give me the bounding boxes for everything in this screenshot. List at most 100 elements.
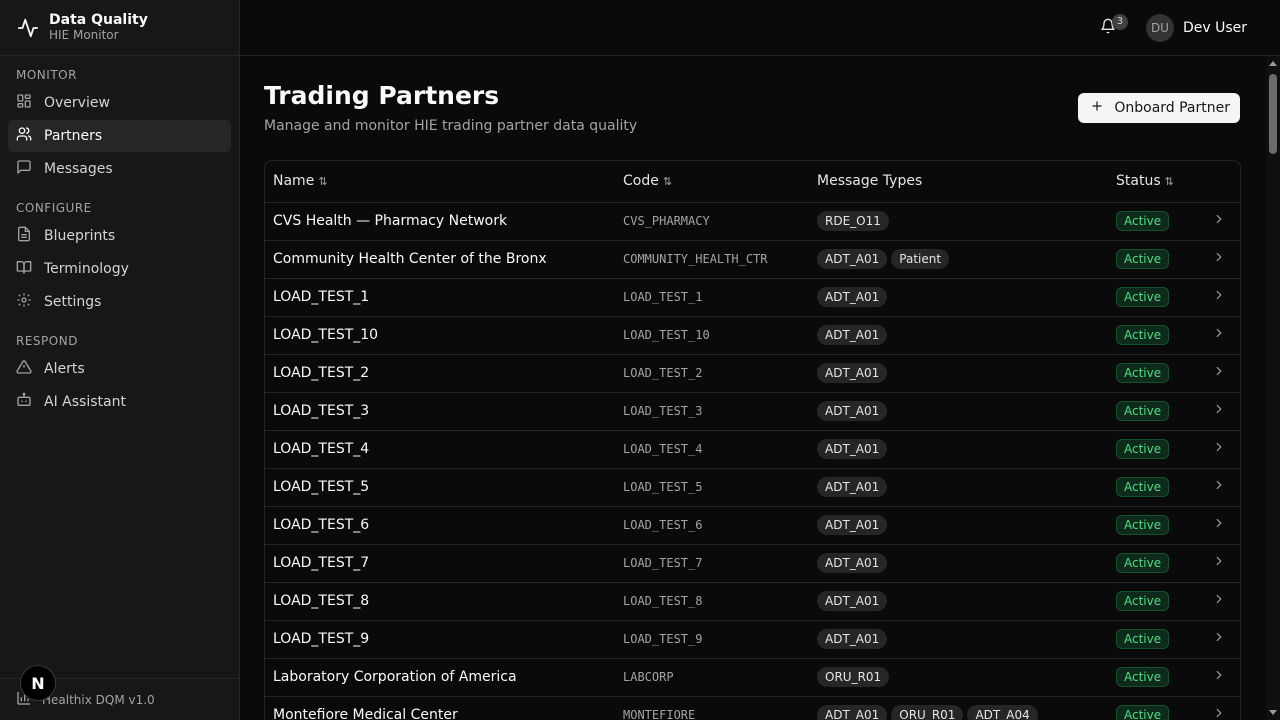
row-open-button[interactable] — [1196, 582, 1240, 621]
sidebar-item-label: Overview — [44, 95, 110, 111]
table-row[interactable]: Laboratory Corporation of America LABCORP… — [265, 658, 1240, 697]
sidebar-item-label: Blueprints — [44, 228, 116, 244]
status-cell: Active — [1108, 544, 1196, 583]
partner-code: LOAD_TEST_5 — [615, 468, 809, 507]
partner-code: LOAD_TEST_6 — [615, 506, 809, 545]
dev-tools-badge[interactable]: N — [20, 665, 56, 701]
sidebar-item-overview[interactable]: Overview — [8, 87, 231, 119]
row-open-button[interactable] — [1196, 354, 1240, 393]
row-open-button[interactable] — [1196, 506, 1240, 545]
table-row[interactable]: LOAD_TEST_5 LOAD_TEST_5 ADT_A01 Active — [265, 468, 1240, 507]
user-menu[interactable]: DU Dev User — [1145, 13, 1247, 42]
table-row[interactable]: Community Health Center of the Bronx COMM… — [265, 240, 1240, 279]
table-row[interactable]: CVS Health — Pharmacy Network CVS_PHARMAC… — [265, 202, 1240, 241]
partner-code: LOAD_TEST_1 — [615, 278, 809, 317]
sidebar-item-partners[interactable]: Partners — [8, 120, 231, 152]
status-badge: Active — [1116, 629, 1170, 649]
message-type-chip: ORU_R01 — [891, 705, 964, 720]
message-type-chip: ADT_A01 — [817, 249, 888, 269]
table-row[interactable]: Montefiore Medical Center MONTEFIORE ADT_A… — [265, 696, 1240, 720]
message-types: ADT_A01 — [809, 430, 1108, 469]
partner-name: LOAD_TEST_1 — [265, 278, 615, 317]
onboard-partner-label: Onboard Partner — [1114, 100, 1230, 116]
row-open-button[interactable] — [1196, 430, 1240, 469]
status-cell: Active — [1108, 696, 1196, 720]
partner-name: LOAD_TEST_3 — [265, 392, 615, 431]
status-badge: Active — [1116, 439, 1170, 459]
message-type-chip: ADT_A01 — [817, 477, 888, 497]
scrollbar[interactable] — [1266, 56, 1280, 720]
nav-section-configure: CONFIGURE — [16, 201, 92, 215]
status-cell: Active — [1108, 430, 1196, 469]
table-row[interactable]: LOAD_TEST_9 LOAD_TEST_9 ADT_A01 Active — [265, 620, 1240, 659]
brand[interactable]: Data Quality HIE Monitor — [0, 0, 239, 56]
row-open-button[interactable] — [1196, 240, 1240, 279]
row-open-button[interactable] — [1196, 658, 1240, 697]
status-badge: Active — [1116, 401, 1170, 421]
row-open-button[interactable] — [1196, 316, 1240, 355]
message-type-chip: ADT_A01 — [817, 439, 888, 459]
row-open-button[interactable] — [1196, 468, 1240, 507]
message-type-chip: ADT_A01 — [817, 287, 888, 307]
sidebar-item-label: Settings — [44, 294, 102, 310]
table-row[interactable]: LOAD_TEST_4 LOAD_TEST_4 ADT_A01 Active — [265, 430, 1240, 469]
status-badge: Active — [1116, 249, 1170, 269]
scroll-down-arrow-icon[interactable] — [1269, 710, 1277, 715]
sidebar-item-messages[interactable]: Messages — [8, 153, 231, 185]
partner-code: MONTEFIORE — [615, 696, 809, 720]
message-types: ADT_A01 — [809, 620, 1108, 659]
activity-pulse-icon — [16, 16, 40, 40]
partner-name: Montefiore Medical Center — [265, 696, 615, 720]
message-type-chip: ADT_A01 — [817, 325, 888, 345]
partner-code: COMMUNITY_HEALTH_CTR — [615, 240, 809, 279]
row-open-button[interactable] — [1196, 278, 1240, 317]
sidebar-item-alerts[interactable]: Alerts — [8, 353, 231, 385]
row-open-button[interactable] — [1196, 392, 1240, 431]
table-row[interactable]: LOAD_TEST_7 LOAD_TEST_7 ADT_A01 Active — [265, 544, 1240, 583]
status-badge: Active — [1116, 211, 1170, 231]
table-row[interactable]: LOAD_TEST_2 LOAD_TEST_2 ADT_A01 Active — [265, 354, 1240, 393]
table-row[interactable]: LOAD_TEST_10 LOAD_TEST_10 ADT_A01 Active — [265, 316, 1240, 355]
column-header-status[interactable]: Status ⇅ — [1108, 161, 1196, 203]
chevron-right-icon — [1212, 290, 1226, 306]
partner-code: LOAD_TEST_9 — [615, 620, 809, 659]
message-type-chip: ADT_A04 — [967, 705, 1038, 720]
sidebar-nav: MONITOR Overview Partners Messages CONFI… — [0, 56, 239, 418]
partner-name: Community Health Center of the Bronx — [265, 240, 615, 279]
partner-name: Laboratory Corporation of America — [265, 658, 615, 697]
partner-name: LOAD_TEST_4 — [265, 430, 615, 469]
partner-name: LOAD_TEST_6 — [265, 506, 615, 545]
sidebar-item-ai-assistant[interactable]: AI Assistant — [8, 386, 231, 418]
scroll-up-arrow-icon[interactable] — [1269, 61, 1277, 66]
sidebar: Data Quality HIE Monitor MONITOR Overvie… — [0, 0, 240, 720]
partners-table: Name ⇅ Code ⇅ Message Types Status ⇅ CVS He… — [264, 160, 1241, 720]
partner-name: LOAD_TEST_8 — [265, 582, 615, 621]
row-open-button[interactable] — [1196, 696, 1240, 720]
sidebar-item-blueprints[interactable]: Blueprints — [8, 220, 231, 252]
partner-code: LOAD_TEST_10 — [615, 316, 809, 355]
page-header: Trading Partners Manage and monitor HIE … — [264, 80, 1240, 134]
chevron-right-icon — [1212, 594, 1226, 610]
scroll-thumb[interactable] — [1269, 74, 1277, 154]
notifications-button[interactable]: 3 — [1092, 12, 1128, 44]
partner-name: LOAD_TEST_10 — [265, 316, 615, 355]
sidebar-item-label: Messages — [44, 161, 113, 177]
column-header-name[interactable]: Name ⇅ — [265, 161, 615, 203]
row-open-button[interactable] — [1196, 202, 1240, 241]
table-row[interactable]: LOAD_TEST_6 LOAD_TEST_6 ADT_A01 Active — [265, 506, 1240, 545]
table-row[interactable]: LOAD_TEST_3 LOAD_TEST_3 ADT_A01 Active — [265, 392, 1240, 431]
partner-code: LOAD_TEST_2 — [615, 354, 809, 393]
row-open-button[interactable] — [1196, 620, 1240, 659]
partner-code: LABCORP — [615, 658, 809, 697]
table-row[interactable]: LOAD_TEST_8 LOAD_TEST_8 ADT_A01 Active — [265, 582, 1240, 621]
sidebar-item-settings[interactable]: Settings — [8, 286, 231, 318]
brand-title: Data Quality — [49, 12, 148, 29]
status-cell: Active — [1108, 354, 1196, 393]
table-row[interactable]: LOAD_TEST_1 LOAD_TEST_1 ADT_A01 Active — [265, 278, 1240, 317]
row-open-button[interactable] — [1196, 544, 1240, 583]
status-badge: Active — [1116, 363, 1170, 383]
onboard-partner-button[interactable]: Onboard Partner — [1078, 93, 1240, 123]
column-header-code[interactable]: Code ⇅ — [615, 161, 809, 203]
sidebar-item-terminology[interactable]: Terminology — [8, 253, 231, 285]
column-header-message-types: Message Types — [809, 161, 1108, 203]
